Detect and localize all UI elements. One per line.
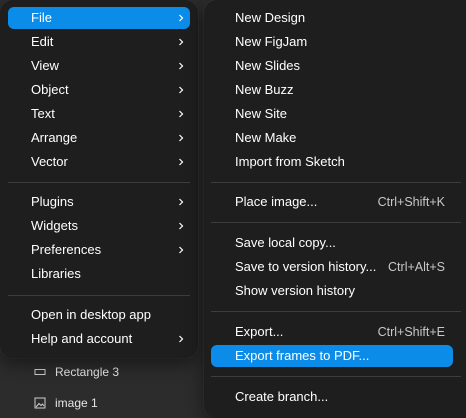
chevron-right-icon bbox=[177, 239, 185, 261]
main-menu: File Edit View Object Text Arrange Vecto… bbox=[0, 0, 198, 358]
chevron-right-icon bbox=[177, 31, 185, 53]
menu-item-label: Plugins bbox=[31, 194, 74, 209]
menu-item-new-slides[interactable]: New Slides bbox=[211, 55, 453, 77]
menu-item-label: Edit bbox=[31, 34, 54, 49]
menu-separator bbox=[8, 182, 190, 183]
menu-item-import-sketch[interactable]: Import from Sketch bbox=[211, 151, 453, 173]
menu-item-label: Text bbox=[31, 106, 55, 121]
menu-item-label: Libraries bbox=[31, 266, 81, 281]
menu-item-label: New Buzz bbox=[235, 82, 294, 97]
app-stage: Rectangle 3 image 1 File Edit View Objec… bbox=[0, 0, 466, 418]
menu-item-label: Import from Sketch bbox=[235, 154, 345, 169]
menu-item-label: Create branch... bbox=[235, 389, 329, 404]
menu-item-export-frames-pdf[interactable]: Export frames to PDF... bbox=[211, 345, 453, 367]
chevron-right-icon bbox=[177, 127, 185, 149]
menu-item-edit[interactable]: Edit bbox=[8, 31, 190, 53]
menu-item-label: Vector bbox=[31, 154, 68, 169]
layer-row-image[interactable]: image 1 bbox=[0, 388, 210, 418]
menu-separator bbox=[8, 295, 190, 296]
menu-item-label: Export frames to PDF... bbox=[235, 348, 370, 363]
menu-item-new-make[interactable]: New Make bbox=[211, 127, 453, 149]
layer-label: image 1 bbox=[55, 396, 98, 410]
menu-item-export[interactable]: Export... Ctrl+Shift+E bbox=[211, 321, 453, 343]
menu-item-label: Arrange bbox=[31, 130, 78, 145]
menu-item-label: Open in desktop app bbox=[31, 307, 151, 322]
menu-item-label: New Design bbox=[235, 10, 306, 25]
chevron-right-icon bbox=[177, 215, 185, 237]
menu-item-file[interactable]: File bbox=[8, 7, 190, 29]
menu-item-show-version-history[interactable]: Show version history bbox=[211, 280, 453, 302]
menu-item-label: Widgets bbox=[31, 218, 78, 233]
shortcut-label: Ctrl+Shift+K bbox=[377, 195, 445, 209]
menu-item-plugins[interactable]: Plugins bbox=[8, 191, 190, 213]
menu-item-label: File bbox=[31, 10, 52, 25]
chevron-right-icon bbox=[177, 7, 185, 29]
menu-item-open-desktop-app[interactable]: Open in desktop app bbox=[8, 304, 190, 326]
menu-item-label: Help and account bbox=[31, 331, 133, 346]
shortcut-label: Ctrl+Shift+E bbox=[377, 325, 445, 339]
menu-item-save-version-history[interactable]: Save to version history... Ctrl+Alt+S bbox=[211, 256, 453, 278]
menu-separator bbox=[211, 311, 461, 312]
menu-separator bbox=[211, 376, 461, 377]
menu-item-label: Save local copy... bbox=[235, 235, 336, 250]
menu-item-label: Place image... bbox=[235, 194, 318, 209]
menu-item-help-and-account[interactable]: Help and account bbox=[8, 328, 190, 350]
chevron-right-icon bbox=[177, 79, 185, 101]
menu-item-label: New Site bbox=[235, 106, 288, 121]
chevron-right-icon bbox=[177, 151, 185, 173]
menu-item-label: New Make bbox=[235, 130, 297, 145]
menu-item-arrange[interactable]: Arrange bbox=[8, 127, 190, 149]
menu-item-label: View bbox=[31, 58, 59, 73]
menu-item-create-branch[interactable]: Create branch... bbox=[211, 386, 453, 408]
menu-item-libraries[interactable]: Libraries bbox=[8, 263, 190, 285]
image-icon bbox=[34, 397, 46, 409]
menu-item-object[interactable]: Object bbox=[8, 79, 190, 101]
menu-item-text[interactable]: Text bbox=[8, 103, 190, 125]
menu-item-label: Object bbox=[31, 82, 69, 97]
shortcut-label: Ctrl+Alt+S bbox=[388, 260, 445, 274]
chevron-right-icon bbox=[177, 328, 185, 350]
menu-item-new-buzz[interactable]: New Buzz bbox=[211, 79, 453, 101]
chevron-right-icon bbox=[177, 103, 185, 125]
menu-item-preferences[interactable]: Preferences bbox=[8, 239, 190, 261]
menu-item-vector[interactable]: Vector bbox=[8, 151, 190, 173]
layer-label: Rectangle 3 bbox=[55, 365, 120, 379]
chevron-right-icon bbox=[177, 191, 185, 213]
file-submenu: New Design New FigJam New Slides New Buz… bbox=[204, 0, 466, 418]
menu-item-save-local-copy[interactable]: Save local copy... bbox=[211, 232, 453, 254]
menu-item-label: Save to version history... bbox=[235, 259, 377, 274]
chevron-right-icon bbox=[177, 55, 185, 77]
menu-item-widgets[interactable]: Widgets bbox=[8, 215, 190, 237]
menu-item-label: Preferences bbox=[31, 242, 102, 257]
menu-item-place-image[interactable]: Place image... Ctrl+Shift+K bbox=[211, 191, 453, 213]
rectangle-icon bbox=[34, 366, 46, 378]
menu-item-view[interactable]: View bbox=[8, 55, 190, 77]
layers-panel: Rectangle 3 image 1 bbox=[0, 355, 210, 418]
menu-item-new-site[interactable]: New Site bbox=[211, 103, 453, 125]
menu-item-label: New Slides bbox=[235, 58, 301, 73]
menu-separator bbox=[211, 182, 461, 183]
menu-item-new-figjam[interactable]: New FigJam bbox=[211, 31, 453, 53]
menu-item-label: New FigJam bbox=[235, 34, 308, 49]
layer-row-rectangle[interactable]: Rectangle 3 bbox=[0, 357, 210, 387]
menu-item-label: Show version history bbox=[235, 283, 355, 298]
menu-item-new-design[interactable]: New Design bbox=[211, 7, 453, 29]
menu-separator bbox=[211, 222, 461, 223]
menu-item-label: Export... bbox=[235, 324, 284, 339]
